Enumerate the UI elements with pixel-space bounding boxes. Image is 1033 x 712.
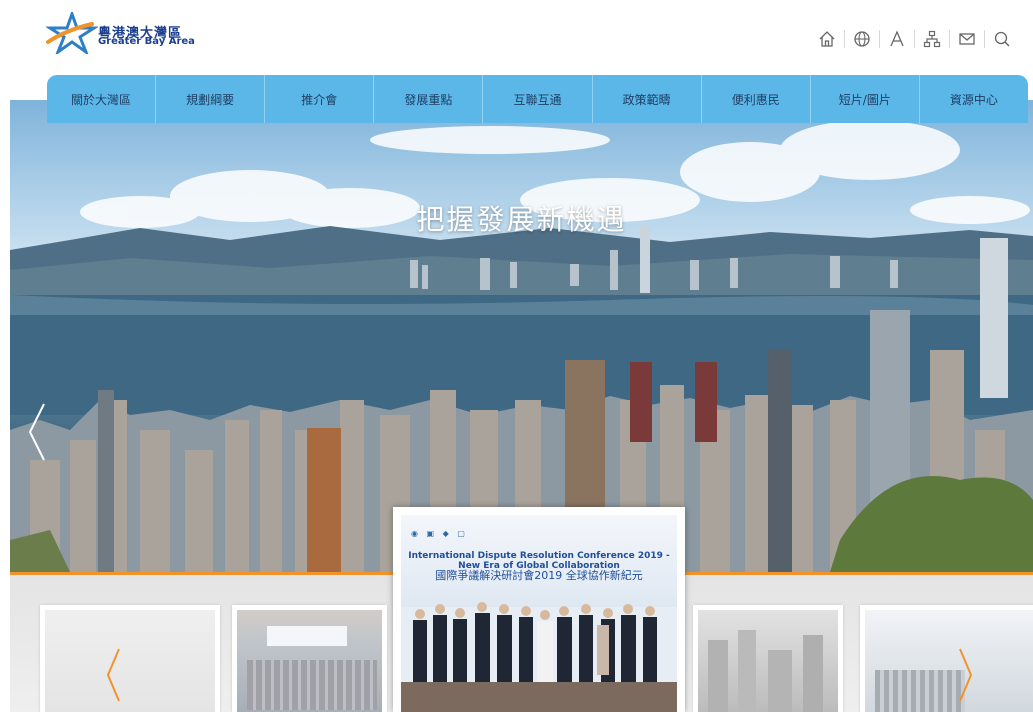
font-size-icon[interactable] xyxy=(880,26,914,52)
nav-item-promotion[interactable]: 推介會 xyxy=(265,75,375,123)
nav-item-about[interactable]: 關於大灣區 xyxy=(47,75,157,123)
gallery-next-arrow[interactable] xyxy=(958,647,974,703)
main-nav: 關於大灣區 規劃綱要 推介會 發展重點 互聯互通 政策範疇 便利惠民 短片/圖片… xyxy=(47,75,1028,123)
hero-banner: 把握發展新機遇 xyxy=(10,100,1033,572)
gallery-thumb[interactable] xyxy=(232,605,387,712)
search-icon[interactable] xyxy=(985,26,1019,52)
utility-toolbar xyxy=(810,26,1019,52)
nav-item-videos[interactable]: 短片/圖片 xyxy=(811,75,920,123)
nav-item-facilitation[interactable]: 便利惠民 xyxy=(702,75,811,123)
mail-icon[interactable] xyxy=(950,26,984,52)
gallery-prev-arrow[interactable] xyxy=(105,647,121,703)
nav-item-resources[interactable]: 資源中心 xyxy=(920,75,1028,123)
gallery-thumb[interactable] xyxy=(40,605,220,712)
city-skyline-image xyxy=(10,120,1033,572)
featured-photo-image: ◉ ▣ ◆ ▢ International Dispute Resolution… xyxy=(401,515,677,712)
hero-prev-arrow[interactable] xyxy=(26,402,48,462)
gallery-photo xyxy=(865,610,1033,712)
gallery-thumb[interactable] xyxy=(693,605,843,712)
gallery-photo xyxy=(237,610,382,712)
gallery-photo xyxy=(45,610,215,712)
star-logo-icon xyxy=(46,12,98,54)
nav-item-connectivity[interactable]: 互聯互通 xyxy=(483,75,593,123)
globe-icon[interactable] xyxy=(845,26,879,52)
nav-item-policy[interactable]: 政策範疇 xyxy=(593,75,702,123)
sitemap-icon[interactable] xyxy=(915,26,949,52)
stage-floor xyxy=(401,682,677,712)
featured-photo[interactable]: ◉ ▣ ◆ ▢ International Dispute Resolution… xyxy=(393,507,685,712)
nav-item-outline[interactable]: 規劃綱要 xyxy=(156,75,266,123)
hero-title: 把握發展新機遇 xyxy=(416,203,627,236)
gallery-thumb[interactable] xyxy=(860,605,1033,712)
gallery-photo xyxy=(698,610,838,712)
home-icon[interactable] xyxy=(810,26,844,52)
logo-name-en: Greater Bay Area xyxy=(98,36,195,47)
site-logo[interactable]: 粵港澳大灣區 Greater Bay Area xyxy=(46,12,206,54)
nav-item-development[interactable]: 發展重點 xyxy=(374,75,484,123)
